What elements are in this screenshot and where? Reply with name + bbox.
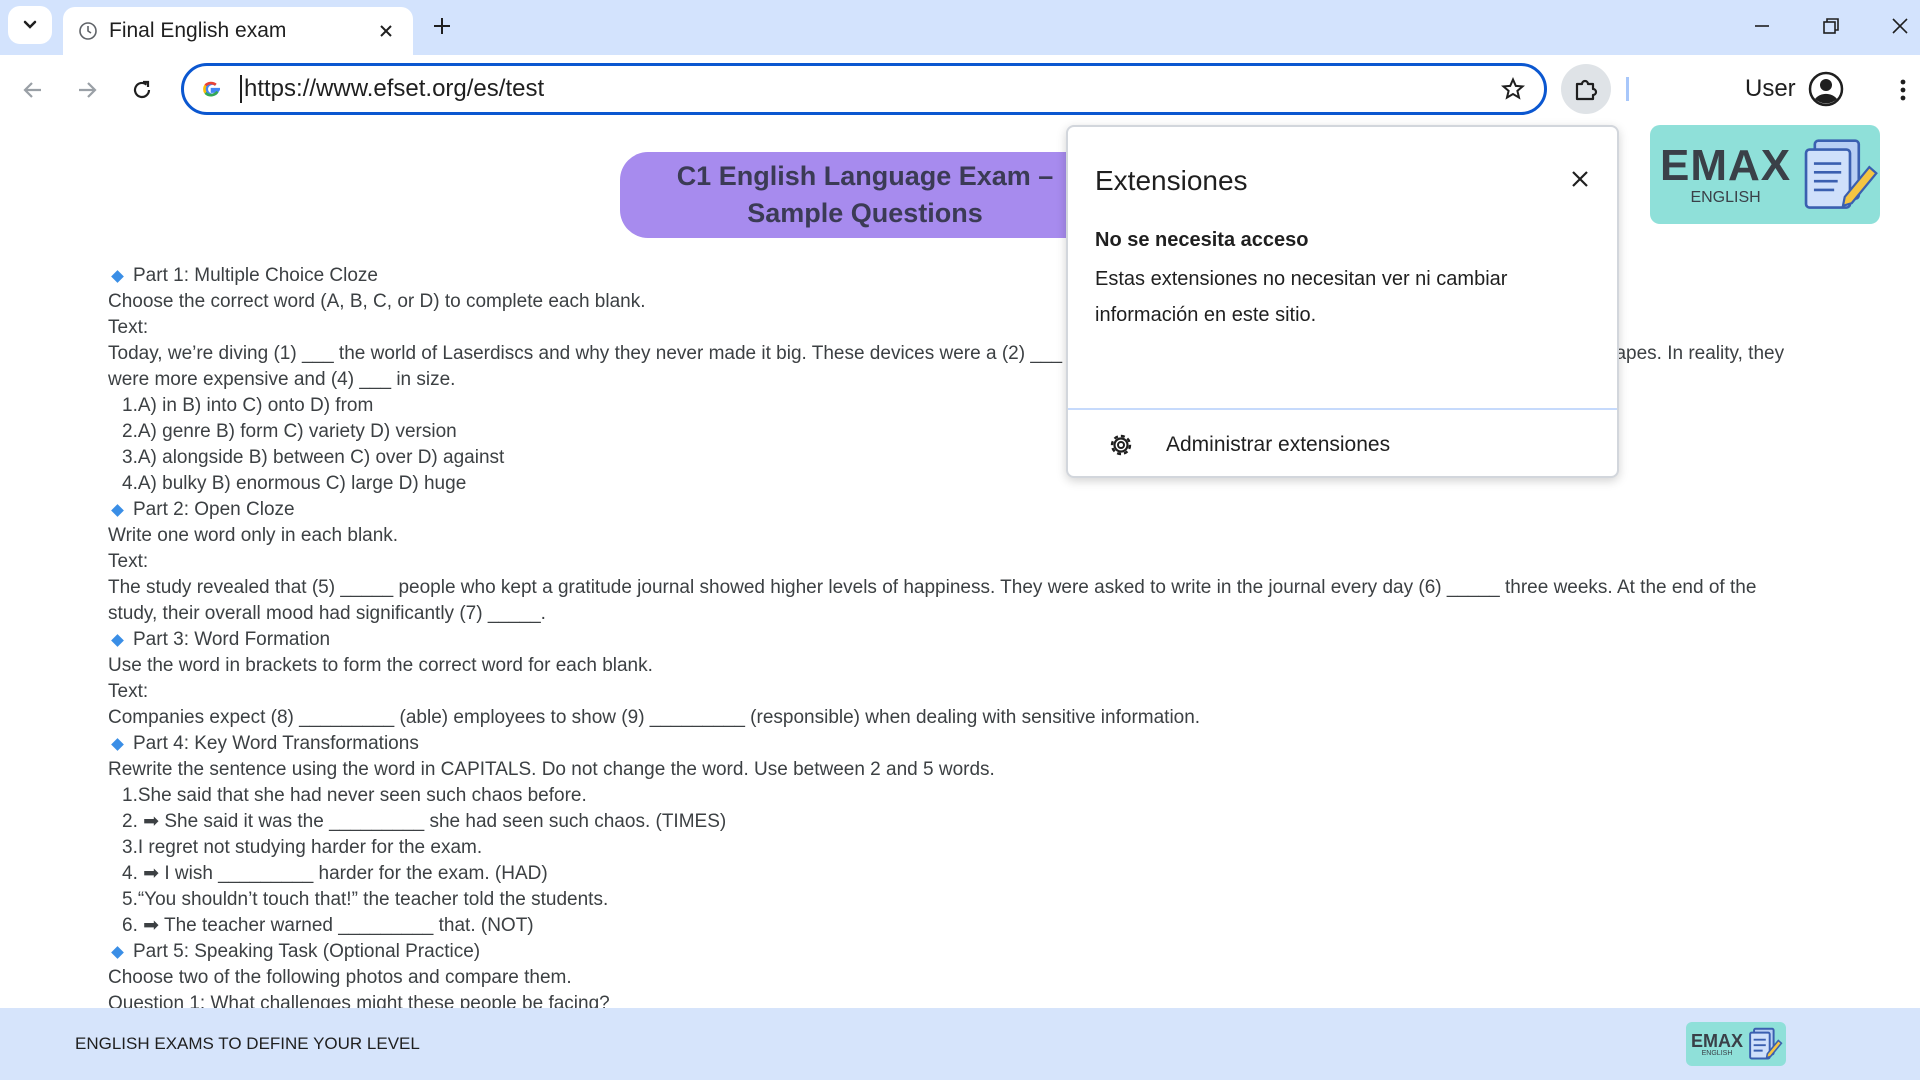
diamond-bullet-icon xyxy=(111,945,124,959)
diamond-bullet-icon xyxy=(111,737,124,751)
restore-button[interactable] xyxy=(1808,10,1854,42)
section-heading-text: Part 1: Multiple Choice Cloze xyxy=(133,265,378,286)
minimize-button[interactable] xyxy=(1739,10,1785,42)
extensions-popup: Extensiones No se necesita acceso Estas … xyxy=(1066,125,1619,478)
page-title: C1 English Language Exam – Sample Questi… xyxy=(676,161,1054,228)
section-heading: Part 3: Word Formation xyxy=(108,627,1808,653)
page-footer: ENGLISH EXAMS TO DEFINE YOUR LEVEL EMAX … xyxy=(0,1008,1920,1080)
tab-close-icon[interactable] xyxy=(373,18,399,44)
gear-icon xyxy=(1110,434,1132,456)
section-heading-text: Part 3: Word Formation xyxy=(133,629,331,650)
arrow-right-icon xyxy=(79,82,97,98)
address-bar[interactable]: https://www.efset.org/es/test xyxy=(181,63,1547,115)
browser-toolbar: https://www.efset.org/es/test User xyxy=(0,55,1920,125)
instruction-text: Rewrite the sentence using the word in C… xyxy=(108,759,995,780)
section-heading: Part 5: Speaking Task (Optional Practice… xyxy=(108,939,1808,965)
plus-icon xyxy=(434,18,450,34)
diamond-bullet-icon xyxy=(111,269,124,283)
popup-subtitle: No se necesita acceso xyxy=(1095,229,1309,251)
footer-logo-text: EMAX ENGLISH xyxy=(1691,1032,1743,1057)
question-item: 4. ➡ I wish _________ harder for the exa… xyxy=(122,863,548,884)
close-window-button[interactable] xyxy=(1877,10,1920,42)
logo-text: EMAX ENGLISH xyxy=(1660,140,1792,207)
arrow-left-icon xyxy=(23,82,41,98)
instruction-text: Use the word in brackets to form the cor… xyxy=(108,655,653,676)
emax-logo: EMAX ENGLISH xyxy=(1650,125,1880,224)
puzzle-icon xyxy=(1575,79,1598,101)
instruction-text: Question 1: What challenges might these … xyxy=(108,993,610,1008)
toolbar-separator xyxy=(1626,77,1629,101)
footer-logo-big: EMAX xyxy=(1691,1030,1744,1051)
restore-icon xyxy=(1823,18,1839,34)
reload-icon xyxy=(133,80,151,99)
profile-name: User xyxy=(1745,75,1796,102)
diamond-bullet-icon xyxy=(111,633,124,647)
close-icon xyxy=(1892,18,1908,34)
footer-logo: EMAX ENGLISH xyxy=(1686,1022,1786,1066)
section-heading: Part 4: Key Word Transformations xyxy=(108,731,1808,757)
popup-title: Extensiones xyxy=(1095,165,1248,196)
question-item: 1.She said that she had never seen such … xyxy=(122,785,587,806)
tab-search-button[interactable] xyxy=(8,6,52,44)
account-icon xyxy=(1808,71,1843,107)
question-item: 2. ➡ She said it was the _________ she h… xyxy=(122,811,727,832)
more-vertical-icon xyxy=(1900,79,1906,101)
diamond-bullet-icon xyxy=(111,503,124,517)
forward-button[interactable] xyxy=(68,71,106,109)
section-heading-text: Part 4: Key Word Transformations xyxy=(133,733,419,754)
question-item: 3.I regret not studying harder for the e… xyxy=(122,837,483,858)
chevron-down-icon xyxy=(23,20,37,29)
clock-icon xyxy=(77,20,99,42)
active-tab[interactable]: Final English exam xyxy=(63,7,413,55)
manage-extensions-button[interactable]: Administrar extensiones xyxy=(1068,410,1617,476)
instruction-text: Companies expect (8) _________ (able) em… xyxy=(108,707,1201,728)
tab-strip: Final English exam xyxy=(0,0,1920,55)
question-item: 6. ➡ The teacher warned _________ that. … xyxy=(122,915,534,936)
exam-paragraph: The study revealed that (5) _____ people… xyxy=(108,577,1757,624)
exam-title-banner: C1 English Language Exam – Sample Questi… xyxy=(620,152,1110,238)
back-button[interactable] xyxy=(14,71,52,109)
new-tab-button[interactable] xyxy=(428,12,456,40)
popup-description: Estas extensiones no necesitan ver ni ca… xyxy=(1095,268,1508,326)
instruction-text: Write one word only in each blank. xyxy=(108,525,399,546)
extensions-button[interactable] xyxy=(1561,64,1611,114)
logo-small-text: ENGLISH xyxy=(1690,188,1761,206)
popup-close-icon[interactable] xyxy=(1564,163,1596,195)
url-text[interactable]: https://www.efset.org/es/test xyxy=(240,75,1498,103)
section-heading-text: Part 2: Open Cloze xyxy=(133,499,295,520)
question-item: 5.“You shouldn’t touch that!” the teache… xyxy=(122,889,609,910)
document-pencil-icon xyxy=(1804,138,1879,209)
tab-title: Final English exam xyxy=(109,19,287,42)
document-pencil-icon xyxy=(1749,1027,1783,1060)
reload-button[interactable] xyxy=(123,71,161,109)
google-icon xyxy=(200,77,224,101)
instruction-text: Text: xyxy=(108,681,149,702)
minimize-icon xyxy=(1755,25,1769,27)
instruction-text: Choose two of the following photos and c… xyxy=(108,967,572,988)
manage-extensions-label: Administrar extensiones xyxy=(1166,433,1391,456)
footer-logo-small: ENGLISH xyxy=(1701,1049,1733,1057)
browser-menu-button[interactable] xyxy=(1888,73,1918,107)
profile-button[interactable]: User xyxy=(1745,67,1844,111)
section-heading-text: Part 5: Speaking Task (Optional Practice… xyxy=(133,941,481,962)
instruction-text: Text: xyxy=(108,551,149,572)
footer-text: ENGLISH EXAMS TO DEFINE YOUR LEVEL xyxy=(75,1034,420,1053)
section-heading: Part 2: Open Cloze xyxy=(108,497,1808,523)
bookmark-star-icon[interactable] xyxy=(1498,74,1528,104)
logo-big-text: EMAX xyxy=(1660,140,1792,190)
web-page: C1 English Language Exam – Sample Questi… xyxy=(0,125,1920,1008)
